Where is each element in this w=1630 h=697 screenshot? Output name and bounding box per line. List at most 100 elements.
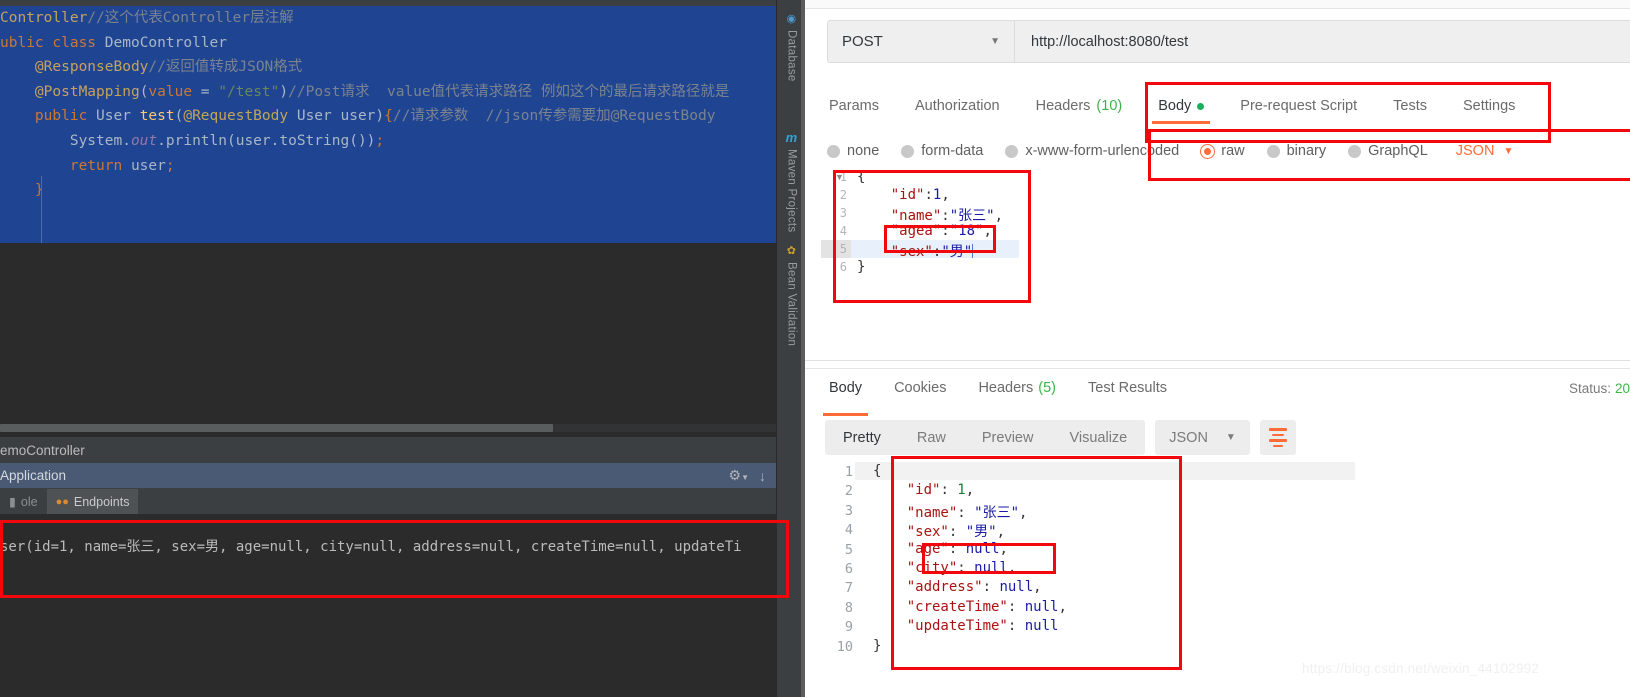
body-type-raw[interactable]: raw [1201,143,1266,159]
request-tab-body[interactable]: Body [1140,88,1222,124]
body-type-binary[interactable]: binary [1266,143,1349,159]
text-caret [972,244,974,258]
screenshot-root: Controller//这个代表Controller层注解 ublic class… [0,0,1630,697]
line-number: 4 [839,224,847,238]
code-token: return [0,157,131,174]
code-line: @ResponseBody//返回值转成JSON格式 [0,55,776,80]
line-number: 6 [844,561,853,577]
chevron-down-icon: ▼ [990,36,1000,47]
export-icon[interactable]: ↓ [759,468,766,484]
response-toolbar: Pretty Raw Preview Visualize JSON ▼ [825,420,1296,455]
response-view-mode-group: Pretty Raw Preview Visualize [825,420,1146,455]
http-method-select[interactable]: POST ▼ [828,21,1015,62]
console-output-panel[interactable]: ser(id=1, name=张三, sex=男, age=null, city… [0,514,776,697]
line-number: 6 [839,260,847,274]
code-token: @ResponseBody [0,59,149,76]
request-tab-label: Body [1158,98,1192,114]
code-token: class [52,34,105,51]
response-tab-label: Cookies [894,380,947,396]
console-tab-strip: ▮ ole ●● Endpoints [0,488,776,514]
response-tab-body[interactable]: Body [813,372,878,416]
code-token: Controller [0,10,88,26]
run-toolwindow-header: Application ⚙▼ ↓ [0,463,776,488]
request-tab-authorization[interactable]: Authorization [897,88,1018,124]
request-tab-pre-request-script[interactable]: Pre-request Script [1222,88,1375,124]
line-number: 7 [844,580,853,597]
database-icon: ◉ [786,13,797,25]
view-mode-visualize[interactable]: Visualize [1051,420,1145,455]
line-number: 5 [844,541,853,558]
raw-format-label: JSON [1455,143,1495,159]
response-tab-cookies[interactable]: Cookies [878,372,962,404]
code-line: ublic class DemoController [0,31,776,56]
response-tab-label: Body [829,380,863,396]
postman-top-rule [805,0,1630,9]
view-mode-raw[interactable]: Raw [899,420,964,455]
body-type-label: form-data [921,143,984,159]
request-body-editor[interactable]: 1 ▼{2 "id":1, 3 "name":"张三", 4 "agea":"18",… [821,168,1561,328]
editor-hscroll-thumb[interactable] [0,424,553,432]
line-number: 3 [839,206,847,220]
fold-arrow-icon[interactable]: ▼ [835,172,844,182]
console-icon: ▮ [9,495,16,509]
request-tab-tests[interactable]: Tests [1375,88,1445,124]
code-editor[interactable]: Controller//这个代表Controller层注解 ublic class… [0,6,776,243]
request-tab-headers[interactable]: Headers (10) [1018,88,1141,124]
status-label: Status: [1568,380,1611,396]
watermark: https://blog.csdn.net/weixin_44102992 [1302,661,1540,676]
request-tab-params[interactable]: Params [827,88,897,124]
run-config-title: Application [0,468,67,483]
response-format-select[interactable]: JSON ▼ [1155,420,1250,455]
code-token: User [96,108,140,125]
breadcrumb[interactable]: emoController [0,437,776,463]
body-type-x-www-form-urlencoded[interactable]: x-www-form-urlencoded [1005,143,1201,159]
line-number: 8 [844,599,853,616]
code-token: value [148,83,193,100]
view-mode-pretty[interactable]: Pretty [825,420,899,455]
code-token: ) [279,83,289,100]
code-token: user [130,157,166,174]
response-tab-headers[interactable]: Headers (5) [962,372,1072,404]
radio-icon [1201,144,1215,158]
raw-format-select[interactable]: JSON ▼ [1456,143,1514,159]
response-tab-count: (5) [1038,380,1056,396]
code-token: //Post请求 value值代表请求路径 例如这个的最后请求路径就是 [288,83,730,100]
json-line: { [857,169,866,185]
view-mode-preview[interactable]: Preview [964,420,1052,455]
json-line: "name":"张三", [890,208,1004,224]
code-token: //返回值转成JSON格式 [148,59,303,76]
request-tab-count: (10) [1096,98,1123,114]
line-number: 1 [844,464,853,480]
json-line: "name": "张三", [906,504,1028,521]
line-number: 5 [839,242,847,256]
json-line: "createTime": null, [906,598,1067,615]
body-type-GraphQL[interactable]: GraphQL [1348,143,1450,159]
code-token: @RequestBody [183,108,289,125]
json-line: "sex":"男" [890,244,974,260]
gear-icon[interactable]: ⚙▼ [729,467,749,484]
line-number: 2 [844,483,853,500]
console-tab-endpoints[interactable]: ●● Endpoints [46,489,139,514]
console-tab-console[interactable]: ▮ ole [0,489,47,514]
wrap-lines-icon[interactable] [1259,420,1296,455]
body-type-label: none [847,143,880,159]
code-editor-empty-area[interactable] [0,243,776,429]
console-output-line: ser(id=1, name=张三, sex=男, age=null, city… [0,539,742,555]
body-type-none[interactable]: none [827,143,901,159]
request-response-splitter[interactable] [805,360,1630,361]
postman-window: POST ▼ http://localhost:8080/test Params… [805,0,1630,697]
code-token: @PostMapping [0,83,140,100]
request-tab-label: Authorization [914,98,1000,114]
line-number: 4 [844,522,853,539]
radio-icon [901,144,915,158]
body-type-label: GraphQL [1368,143,1428,159]
body-type-form-data[interactable]: form-data [901,143,1005,159]
code-token: ublic [0,34,53,51]
line-number: 10 [836,638,853,655]
intellij-idea-window: Controller//这个代表Controller层注解 ublic class… [0,0,806,697]
code-token: } [0,182,44,199]
json-line: } [873,637,882,654]
response-tab-test-results[interactable]: Test Results [1072,372,1183,404]
request-tab-settings[interactable]: Settings [1445,88,1533,124]
request-url-input[interactable]: http://localhost:8080/test [1015,21,1630,62]
